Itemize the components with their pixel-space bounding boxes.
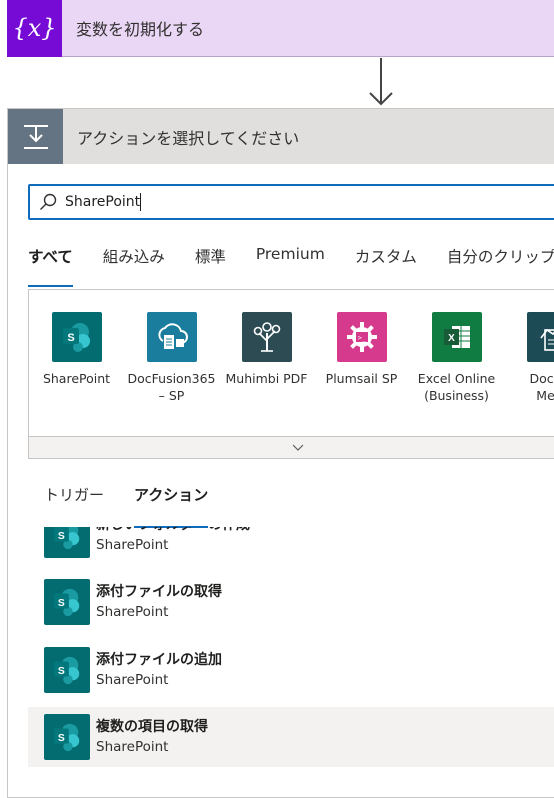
connector-label: Plumsail SP — [326, 370, 398, 387]
action-item-get-attachments[interactable]: S 添付ファイルの取得 SharePoint — [28, 572, 554, 632]
step-title: 変数を初期化する — [76, 16, 204, 40]
tab-triggers[interactable]: トリガー — [44, 484, 104, 516]
search-input[interactable]: SharePoint — [28, 184, 554, 220]
connector-docfusion[interactable]: DocFusion365 – SP — [124, 312, 219, 404]
action-item-create-folder[interactable]: S 新しいフォルダーの作成 SharePoint — [28, 527, 554, 565]
sharepoint-icon: S — [44, 714, 90, 760]
connector-label: Docu... Me... — [530, 370, 554, 404]
svg-text:X: X — [448, 333, 455, 344]
action-item-get-items[interactable]: S 複数の項目の取得 SharePoint — [28, 707, 554, 767]
result-type-tabs: トリガー アクション — [44, 484, 238, 516]
tab-premium[interactable]: Premium — [256, 239, 325, 279]
choose-action-card: アクションを選択してください SharePoint すべて 組み込み 標準 Pr… — [7, 108, 554, 798]
muhimbi-tree-icon — [242, 312, 292, 362]
action-connector-name: SharePoint — [96, 670, 222, 690]
docfusion-icon — [147, 312, 197, 362]
category-tabs: すべて 組み込み 標準 Premium カスタム 自分のクリップ — [28, 239, 554, 287]
connector-label: Muhimbi PDF — [225, 370, 307, 387]
action-name: 新しいフォルダーの作成 — [96, 527, 250, 535]
sharepoint-icon: S — [44, 579, 90, 625]
connector-sharepoint[interactable]: S SharePoint — [29, 312, 124, 404]
tab-custom[interactable]: カスタム — [355, 239, 417, 279]
search-value: SharePoint — [65, 193, 141, 211]
action-name: 複数の項目の取得 — [96, 717, 208, 737]
svg-text:>_: >_ — [357, 334, 366, 342]
initialize-variable-step[interactable]: {x} 変数を初期化する — [7, 0, 554, 57]
action-item-add-attachment[interactable]: S 添付ファイルの追加 SharePoint — [28, 640, 554, 700]
arrow-down-icon — [368, 58, 394, 108]
choose-action-header[interactable]: アクションを選択してください — [8, 109, 554, 164]
tab-standard[interactable]: 標準 — [195, 239, 226, 279]
connector-label: SharePoint — [43, 370, 110, 387]
action-connector-name: SharePoint — [96, 535, 250, 555]
action-list: S 新しいフォルダーの作成 SharePoint S 添付ファイルの取得 Sha… — [28, 527, 554, 797]
plumsail-gear-icon: >_ — [337, 312, 387, 362]
connector-list: S SharePoint DocFusion365 – SP — [28, 289, 554, 459]
sharepoint-icon: S — [44, 647, 90, 693]
svg-text:S: S — [58, 531, 65, 542]
tab-actions[interactable]: アクション — [134, 484, 208, 516]
operation-icon — [8, 109, 63, 164]
connector-plumsail[interactable]: >_ Plumsail SP — [314, 312, 409, 404]
action-name: 添付ファイルの取得 — [96, 582, 222, 602]
action-connector-name: SharePoint — [96, 602, 222, 622]
document-icon — [527, 312, 554, 362]
connector-label: Excel Online (Business) — [409, 370, 504, 404]
tab-my-clips[interactable]: 自分のクリップ — [447, 239, 554, 279]
svg-text:S: S — [67, 332, 74, 344]
sharepoint-icon: S — [52, 312, 102, 362]
variable-icon: {x} — [7, 0, 62, 57]
choose-action-title: アクションを選択してください — [77, 125, 299, 149]
svg-text:S: S — [58, 666, 65, 677]
connector-document[interactable]: Docu... Me... — [504, 312, 554, 404]
connector-label: DocFusion365 – SP — [124, 370, 219, 404]
action-name: 添付ファイルの追加 — [96, 650, 222, 670]
connector-muhimbi[interactable]: Muhimbi PDF — [219, 312, 314, 404]
action-connector-name: SharePoint — [96, 737, 208, 757]
sharepoint-icon: S — [44, 527, 90, 558]
search-icon — [39, 193, 57, 211]
excel-icon: X — [432, 312, 482, 362]
svg-text:S: S — [58, 598, 65, 609]
tab-all[interactable]: すべて — [28, 239, 73, 279]
svg-text:S: S — [58, 733, 65, 744]
connector-excel-online[interactable]: X Excel Online (Business) — [409, 312, 504, 404]
tab-builtin[interactable]: 組み込み — [103, 239, 165, 279]
expand-connectors-bar[interactable] — [29, 436, 554, 458]
chevron-down-icon — [292, 444, 304, 452]
